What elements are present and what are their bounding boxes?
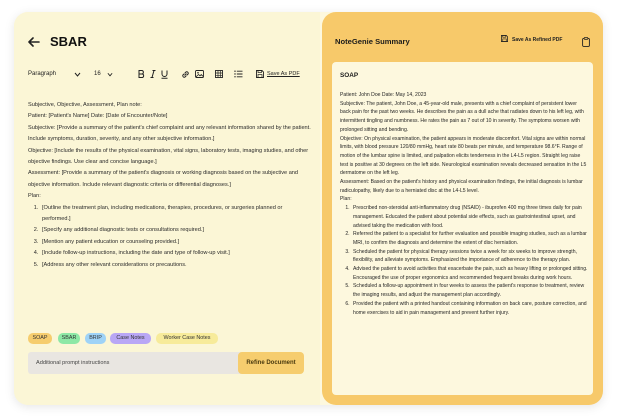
summary-panel: NoteGenie Summary Save As Refined PDF SO… <box>322 12 603 405</box>
chip-brip[interactable]: BRIP <box>85 333 106 344</box>
image-icon[interactable] <box>195 68 204 80</box>
editor-plan-label: Plan: <box>28 193 41 200</box>
save-refined-pdf-button[interactable]: Save As Refined PDF <box>501 35 562 44</box>
document-editor[interactable]: Subjective, Objective, Assessment, Plan … <box>28 100 312 271</box>
refine-document-button[interactable]: Refine Document <box>238 352 304 374</box>
list-item: Provided the patient with a printed hand… <box>351 300 588 317</box>
chevron-down-icon[interactable] <box>107 68 113 80</box>
summary-assessment: Assessment: Based on the patient's histo… <box>340 179 583 194</box>
chevron-down-icon[interactable] <box>74 68 81 80</box>
save-icon <box>501 35 508 44</box>
list-icon[interactable] <box>234 68 243 80</box>
summary-panel-title: NoteGenie Summary <box>335 37 410 46</box>
chip-worker-case-notes[interactable]: Worker Case Notes <box>156 333 218 344</box>
editor-intro: Subjective, Objective, Assessment, Plan … <box>28 102 142 108</box>
list-item: Prescribed non-steroidal anti-inflammato… <box>351 204 588 230</box>
list-item: [Address any other relevant consideratio… <box>40 260 312 271</box>
summary-title: SOAP <box>340 72 359 79</box>
clipboard-icon[interactable] <box>582 34 590 52</box>
summary-subjective: Subjective: The patient, John Doe, a 45-… <box>340 100 584 133</box>
font-size-value: 16 <box>94 71 101 77</box>
underline-icon[interactable] <box>161 68 168 80</box>
editor-panel: SBAR Paragraph 16 Save As PDF Subjective… <box>14 12 320 405</box>
save-icon <box>256 70 264 78</box>
list-item: Advised the patient to avoid activities … <box>351 265 588 282</box>
editor-toolbar: Paragraph 16 Save As PDF <box>28 68 313 82</box>
list-item: Scheduled the patient for physical thera… <box>351 248 588 265</box>
list-item: Referred the patient to a specialist for… <box>351 230 588 247</box>
bold-icon[interactable] <box>138 68 145 80</box>
summary-patient: Patient: John Doe Date: May 14, 2023 <box>340 92 427 98</box>
font-size-select[interactable]: 16 <box>94 68 101 80</box>
summary-plan-label: Plan: <box>340 196 352 203</box>
link-icon[interactable] <box>181 68 190 80</box>
save-pdf-label: Save As PDF <box>267 71 300 77</box>
app-window: SBAR Paragraph 16 Save As PDF Subjective… <box>14 12 603 405</box>
list-item: [Mention any patient education or counse… <box>40 237 312 248</box>
prompt-input[interactable] <box>28 352 244 374</box>
save-pdf-button[interactable]: Save As PDF <box>256 68 300 80</box>
editor-plan-list: [Outline the treatment plan, including m… <box>28 203 312 271</box>
summary-body: Patient: John Doe Date: May 14, 2023 Sub… <box>340 91 588 317</box>
editor-subjective: Subjective: [Provide a summary of the pa… <box>28 124 311 143</box>
paragraph-label: Paragraph <box>28 71 57 77</box>
paragraph-select[interactable]: Paragraph <box>28 68 56 80</box>
list-item: [Outline the treatment plan, including m… <box>40 203 312 226</box>
summary-plan-list: Prescribed non-steroidal anti-inflammato… <box>340 204 588 317</box>
editor-assessment: Assessment: [Provide a summary of the pa… <box>28 170 299 188</box>
page-title: SBAR <box>50 34 87 49</box>
arrow-left-icon[interactable] <box>28 34 40 51</box>
summary-card: SOAP Patient: John Doe Date: May 14, 202… <box>332 62 593 395</box>
editor-objective: Objective: [Include the results of the p… <box>28 147 309 166</box>
italic-icon[interactable] <box>150 68 156 80</box>
summary-objective: Objective: On physical examination, the … <box>340 135 587 177</box>
chip-case-notes[interactable]: Case Notes <box>110 333 151 344</box>
editor-patient: Patient: [Patient's Name] Date: [Date of… <box>28 113 168 120</box>
list-item: [Include follow-up instructions, includi… <box>40 248 312 259</box>
list-item: Scheduled a follow-up appointment in fou… <box>351 282 588 299</box>
chip-soap[interactable]: SOAP <box>28 333 52 344</box>
save-refined-label: Save As Refined PDF <box>512 36 563 43</box>
chip-sbar[interactable]: SBAR <box>58 333 80 344</box>
list-item: [Specify any additional diagnostic tests… <box>40 225 312 236</box>
table-icon[interactable] <box>215 68 223 80</box>
